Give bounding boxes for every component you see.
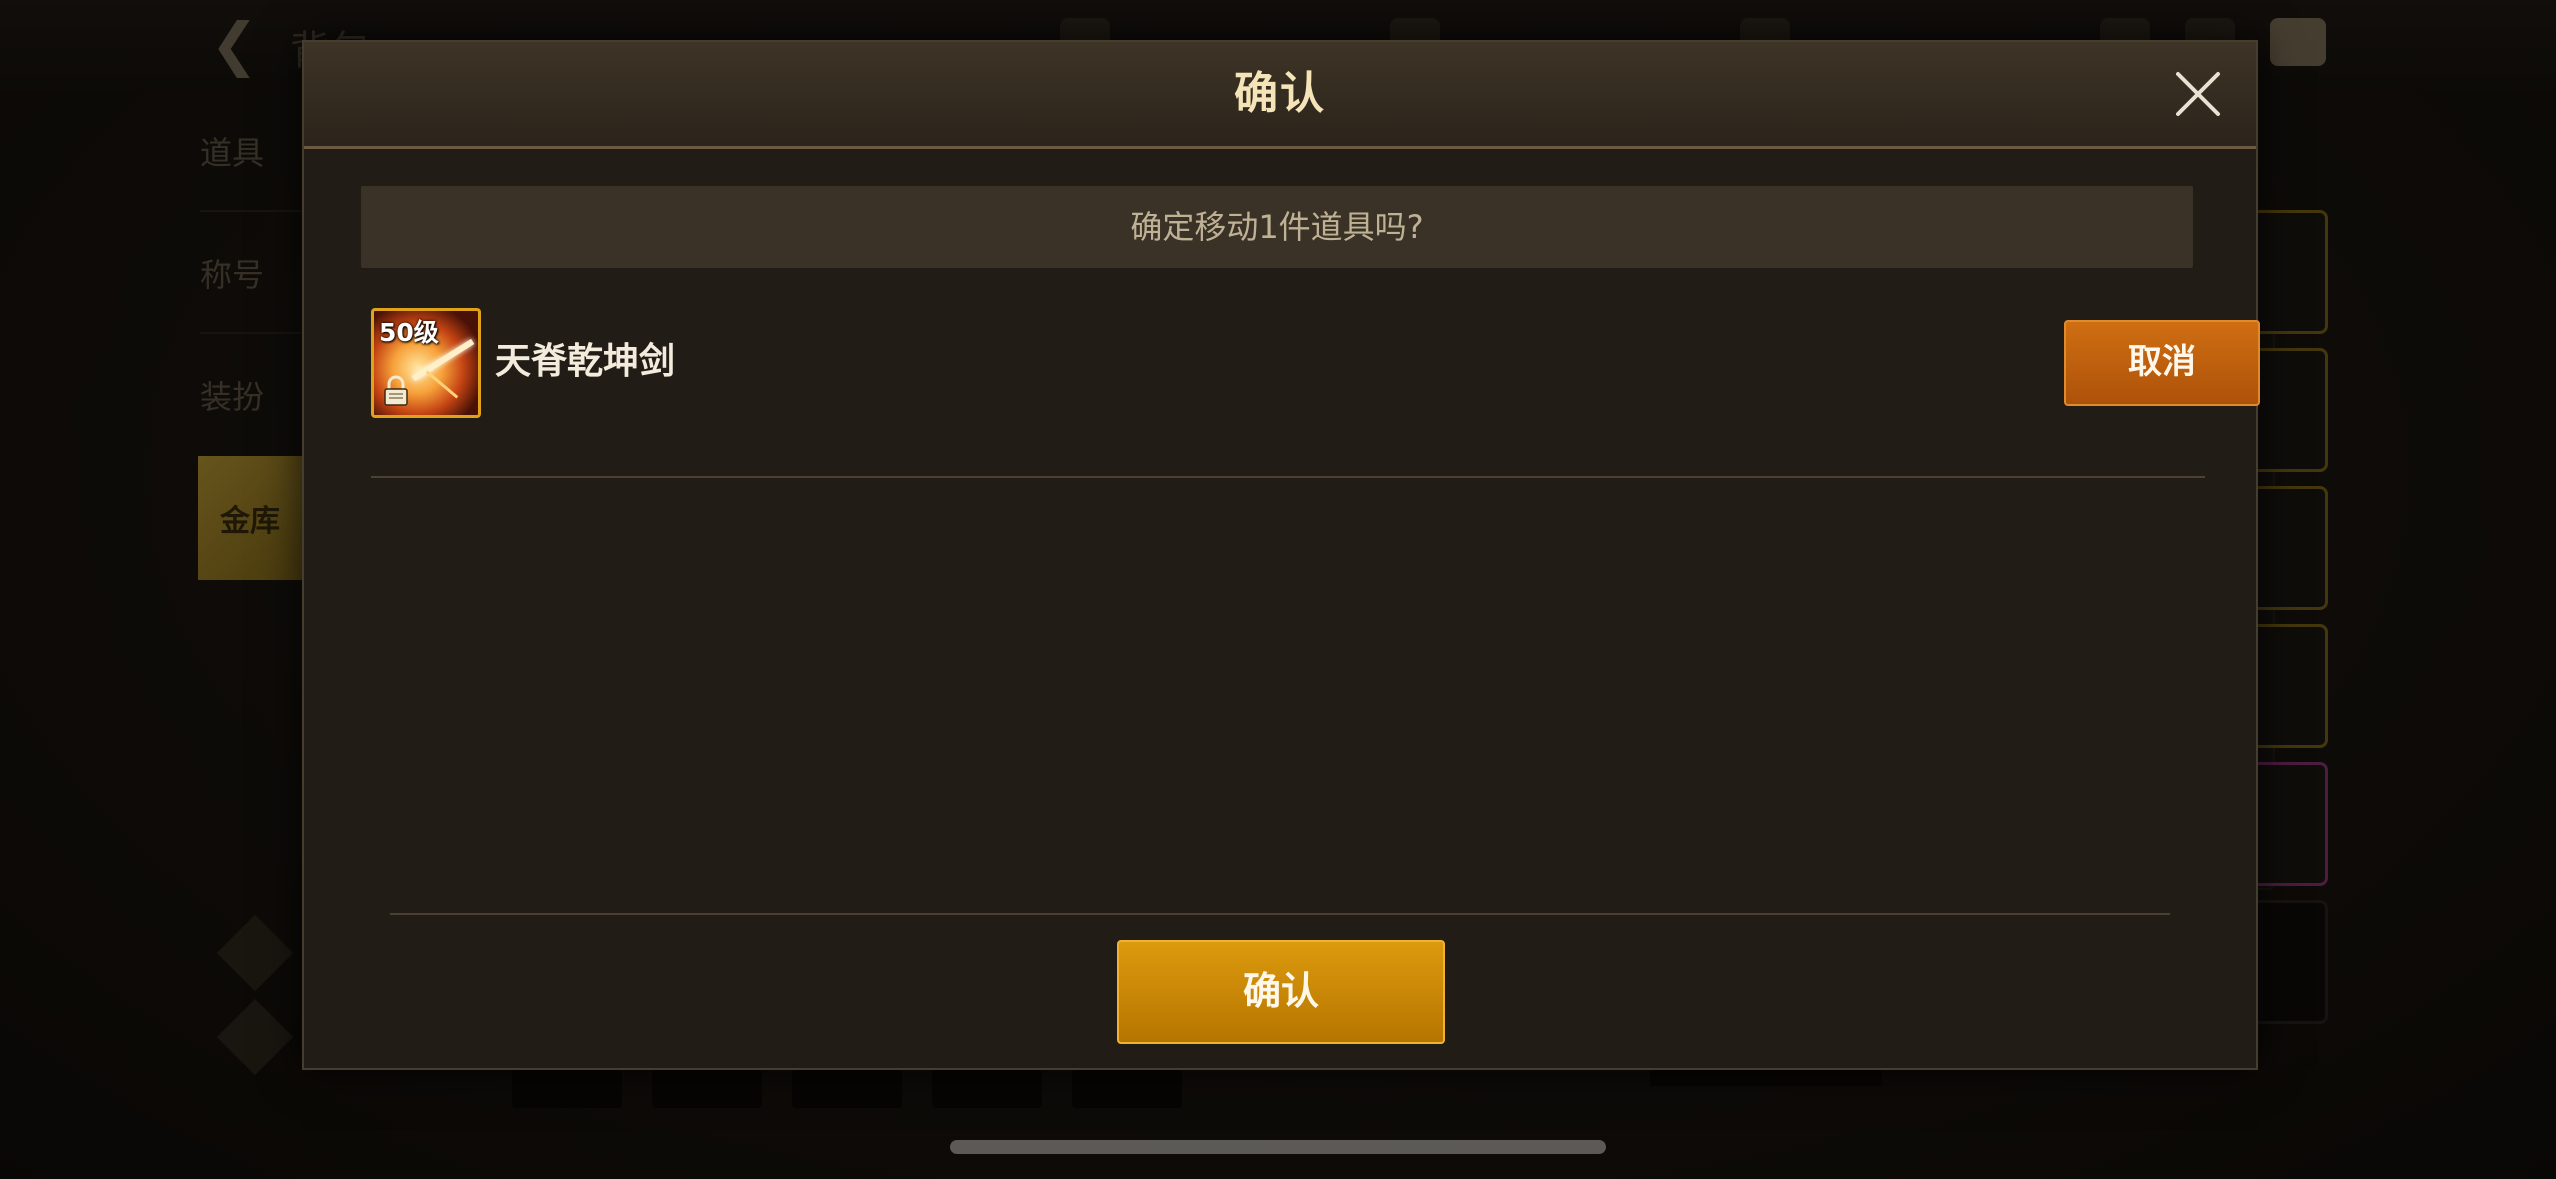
cancel-button[interactable]: 取消 bbox=[2064, 320, 2260, 406]
confirm-button[interactable]: 确认 bbox=[1117, 940, 1445, 1044]
lock-icon bbox=[384, 375, 408, 406]
dialog-title: 确认 bbox=[1234, 68, 1326, 119]
sword-spark-icon bbox=[425, 370, 459, 399]
close-button[interactable] bbox=[2168, 64, 2228, 124]
item-level-badge: 50级 bbox=[379, 318, 439, 347]
item-name: 天脊乾坤剑 bbox=[495, 341, 676, 382]
home-indicator[interactable] bbox=[950, 1140, 1606, 1154]
item-row: 50级 天脊乾坤剑 取消 bbox=[371, 308, 2260, 478]
game-screen: ❮ 背包 道具 称号 装扮 金库 bbox=[0, 0, 2556, 1179]
confirm-prompt: 确定移动1件道具吗? bbox=[361, 186, 2193, 268]
confirm-dialog: 确认 确定移动1件道具吗? 50级 天脊乾坤剑 取消 确认 bbox=[302, 40, 2260, 1070]
item-icon[interactable]: 50级 bbox=[371, 308, 481, 418]
close-icon bbox=[2176, 72, 2220, 116]
footer-divider bbox=[390, 913, 2170, 915]
